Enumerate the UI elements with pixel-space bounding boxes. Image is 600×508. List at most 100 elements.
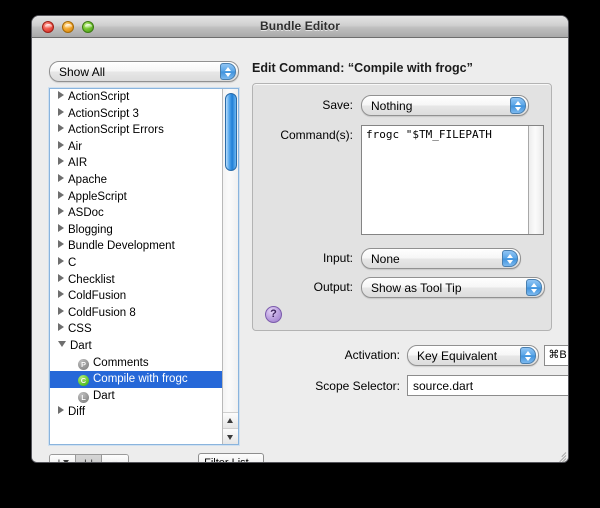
- scroll-up-arrow-icon[interactable]: [223, 412, 238, 428]
- disclosure-triangle-closed-icon[interactable]: [58, 190, 64, 199]
- item-type-badge-icon: L: [78, 391, 89, 403]
- tree-action-segmented-control[interactable]: + ++ −: [49, 454, 129, 463]
- tree-row-label: ActionScript Errors: [68, 124, 164, 137]
- tree-row[interactable]: Air: [50, 139, 222, 156]
- remove-item-button[interactable]: −: [102, 455, 128, 463]
- tree-row[interactable]: CSS: [50, 321, 222, 338]
- save-popup-value: Nothing: [371, 99, 413, 113]
- show-all-popup-button[interactable]: Show All: [49, 61, 239, 82]
- tree-row[interactable]: ColdFusion 8: [50, 305, 222, 322]
- chevron-updown-icon: [520, 347, 536, 364]
- commands-label: Command(s):: [280, 128, 353, 142]
- disclosure-triangle-closed-icon[interactable]: [58, 107, 64, 116]
- tree-row[interactable]: L Dart: [50, 388, 222, 405]
- tree-row-label: C: [68, 256, 77, 269]
- output-popup-button[interactable]: Show as Tool Tip: [361, 277, 545, 298]
- chevron-updown-icon: [526, 279, 542, 296]
- disclosure-triangle-closed-icon[interactable]: [58, 91, 64, 99]
- tree-row-label: CSS: [68, 323, 92, 336]
- save-label: Save:: [322, 98, 353, 112]
- chevron-down-icon: [63, 460, 70, 462]
- disclosure-triangle-closed-icon[interactable]: [58, 406, 64, 415]
- tree-row-label: ColdFusion: [68, 290, 127, 303]
- tree-row[interactable]: Blogging: [50, 222, 222, 239]
- scrollbar-thumb[interactable]: [225, 93, 237, 171]
- disclosure-triangle-closed-icon[interactable]: [58, 256, 64, 265]
- tree-row[interactable]: ColdFusion: [50, 288, 222, 305]
- edit-command-heading: Edit Command: “Compile with frogc”: [252, 61, 473, 75]
- duplicate-item-label: ++: [82, 457, 95, 463]
- tree-row-label: Apache: [68, 173, 108, 186]
- commands-textarea[interactable]: frogc "$TM_FILEPATH: [361, 125, 544, 235]
- command-settings-panel: Save: Nothing Command(s): frogc "$TM_FIL…: [252, 83, 552, 331]
- output-popup-value: Show as Tool Tip: [371, 281, 462, 295]
- commands-vertical-scrollbar[interactable]: [528, 126, 543, 234]
- tree-row-label: ActionScript 3: [68, 107, 139, 120]
- tree-row-label: ColdFusion 8: [68, 306, 136, 319]
- bundle-editor-window: Bundle Editor Show All ActionScript Actio…: [31, 15, 569, 463]
- disclosure-triangle-closed-icon[interactable]: [58, 273, 64, 282]
- tree-row[interactable]: Dart: [50, 338, 222, 355]
- tree-row[interactable]: P Comments: [50, 355, 222, 372]
- item-type-badge-icon: P: [78, 358, 89, 370]
- scroll-down-arrow-icon[interactable]: [223, 428, 238, 444]
- disclosure-triangle-closed-icon[interactable]: [58, 157, 64, 166]
- scope-selector-input[interactable]: source.dart: [407, 375, 568, 396]
- key-equivalent-field[interactable]: ⌘B: [544, 345, 568, 366]
- tree-row[interactable]: Checklist: [50, 272, 222, 289]
- tree-row[interactable]: AIR: [50, 155, 222, 172]
- tree-row-label: Blogging: [68, 223, 113, 236]
- tree-row[interactable]: ActionScript Errors: [50, 122, 222, 139]
- input-popup-value: None: [371, 252, 400, 266]
- tree-row-label: AIR: [68, 157, 88, 170]
- remove-item-label: −: [111, 457, 119, 463]
- tree-row[interactable]: ActionScript 3: [50, 106, 222, 123]
- activation-popup-value: Key Equivalent: [417, 349, 498, 363]
- window-body: Show All ActionScript ActionScript 3 Actio…: [32, 38, 568, 463]
- tree-row[interactable]: Diff: [50, 404, 222, 421]
- item-type-badge-icon: C: [78, 375, 89, 387]
- tree-row-label: Checklist: [68, 273, 115, 286]
- window-titlebar[interactable]: Bundle Editor: [32, 16, 568, 38]
- tree-row-selected[interactable]: C Compile with frogc: [50, 371, 222, 388]
- disclosure-triangle-closed-icon[interactable]: [58, 124, 64, 133]
- filter-list-button[interactable]: Filter List...: [198, 453, 264, 462]
- tree-row-label: ASDoc: [68, 207, 104, 220]
- output-label: Output:: [313, 280, 353, 294]
- disclosure-triangle-closed-icon[interactable]: [58, 173, 64, 182]
- tree-row-label: ActionScript: [68, 91, 130, 103]
- tree-row[interactable]: ASDoc: [50, 205, 222, 222]
- tree-row[interactable]: Bundle Development: [50, 238, 222, 255]
- tree-row-label: Diff: [68, 406, 86, 419]
- show-all-popup-value: Show All: [59, 65, 106, 79]
- disclosure-triangle-closed-icon[interactable]: [58, 207, 64, 216]
- chevron-updown-icon: [510, 97, 526, 114]
- disclosure-triangle-open-icon[interactable]: [58, 340, 66, 347]
- activation-popup-button[interactable]: Key Equivalent: [407, 345, 539, 366]
- disclosure-triangle-closed-icon[interactable]: [58, 306, 64, 315]
- help-button-icon[interactable]: ?: [265, 306, 282, 323]
- disclosure-triangle-closed-icon[interactable]: [58, 290, 64, 299]
- input-popup-button[interactable]: None: [361, 248, 521, 269]
- duplicate-item-button[interactable]: ++: [76, 455, 102, 463]
- bundle-tree-list[interactable]: ActionScript ActionScript 3 ActionScript E…: [49, 88, 239, 445]
- disclosure-triangle-closed-icon[interactable]: [58, 140, 64, 149]
- tree-row[interactable]: C: [50, 255, 222, 272]
- disclosure-triangle-closed-icon[interactable]: [58, 323, 64, 332]
- list-vertical-scrollbar[interactable]: [222, 89, 238, 444]
- tree-row-label: Dart: [93, 389, 115, 402]
- disclosure-triangle-closed-icon[interactable]: [58, 240, 64, 249]
- tree-row-label: Compile with frogc: [93, 373, 188, 386]
- tree-row[interactable]: AppleScript: [50, 189, 222, 206]
- resize-grip-icon[interactable]: [553, 448, 567, 462]
- tree-row-label: Air: [68, 140, 83, 153]
- save-popup-button[interactable]: Nothing: [361, 95, 529, 116]
- scope-selector-label: Scope Selector:: [315, 379, 400, 393]
- disclosure-triangle-closed-icon[interactable]: [58, 223, 64, 232]
- add-item-button[interactable]: +: [50, 455, 76, 462]
- scope-selector-value: source.dart: [413, 379, 474, 393]
- tree-row[interactable]: ActionScript: [50, 89, 222, 106]
- tree-row[interactable]: Apache: [50, 172, 222, 189]
- activation-label: Activation:: [344, 348, 400, 362]
- chevron-updown-icon: [502, 250, 518, 267]
